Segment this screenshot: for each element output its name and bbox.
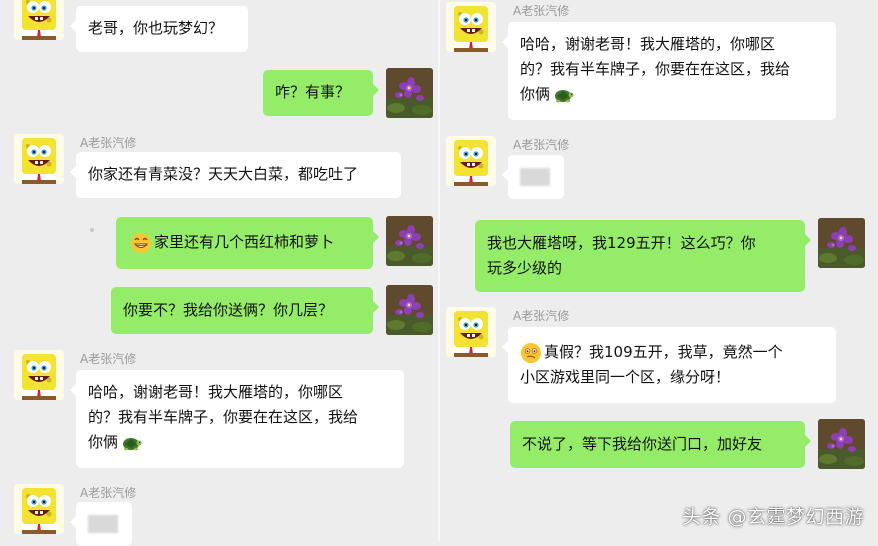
sender-name: A老张汽修 [513, 138, 570, 152]
message-line: 小区游戏里同一个区，缘分呀！ [520, 368, 731, 386]
purple-flower-avatar-icon[interactable] [386, 285, 433, 335]
incoming-message-bubble[interactable]: 你家还有青菜没？天天大白菜，都吃吐了 [70, 152, 401, 198]
incoming-message-bubble[interactable]: 真假？我109五开，我草，竟然一个 小区游戏里同一个区，缘分呀！ [502, 327, 836, 403]
spongebob-avatar-icon[interactable] [14, 350, 64, 400]
incoming-image-bubble[interactable] [502, 155, 564, 199]
message-line: 哈哈，谢谢老哥！我大雁塔的，你哪区 [520, 35, 776, 53]
spongebob-avatar-icon[interactable] [14, 484, 64, 534]
spongebob-avatar-icon[interactable] [446, 2, 496, 52]
purple-flower-avatar-icon[interactable] [386, 216, 433, 266]
message-text-content: 家里还有几个西红柿和萝卜 [154, 233, 335, 251]
message-text: 不说了，等下我给你送门口，加好友 [522, 435, 763, 453]
doubtful-emoji-icon [520, 342, 542, 364]
chat-column-left: 老哥，你也玩梦幻？ 咋？有事？ A老张汽修 你家还有青菜没？天天大白菜，都吃吐了… [0, 0, 439, 546]
message-line: 玩多少级的 [487, 259, 563, 277]
outgoing-message-bubble[interactable]: 不说了，等下我给你送门口，加好友 [510, 421, 811, 468]
message-text: 你家还有青菜没？天天大白菜，都吃吐了 [88, 165, 359, 183]
sender-name: A老张汽修 [513, 309, 570, 323]
spongebob-avatar-icon[interactable] [14, 0, 64, 40]
message-line: 的？我有半车牌子，你要在在这区，我给 [520, 60, 791, 78]
sender-name: A老张汽修 [80, 352, 137, 366]
spongebob-avatar-icon[interactable] [446, 136, 496, 186]
incoming-message-bubble[interactable]: 哈哈，谢谢老哥！我大雁塔的，你哪区 的？我有半车牌子，你要在在这区，我给 你俩 [70, 370, 404, 468]
outgoing-message-bubble[interactable]: 家里还有几个西红柿和萝卜 [116, 217, 379, 269]
message-text: 家里还有几个西红柿和萝卜 [130, 230, 361, 255]
sender-name: A老张汽修 [80, 486, 137, 500]
sender-name: A老张汽修 [513, 4, 570, 18]
message-line-with-emoji: 你俩 [520, 82, 824, 107]
incoming-image-bubble[interactable] [70, 502, 132, 546]
incoming-message-bubble[interactable]: 老哥，你也玩梦幻？ [70, 6, 248, 52]
message-line: 的？我有半车牌子，你要在在这区，我给 [88, 408, 359, 426]
grinning-emoji-icon [130, 232, 152, 254]
purple-flower-avatar-icon[interactable] [386, 68, 433, 118]
chat-column-right: A老张汽修 哈哈，谢谢老哥！我大雁塔的，你哪区 的？我有半车牌子，你要在在这区，… [439, 0, 878, 541]
message-line: 你俩 [88, 433, 119, 451]
blurred-content [88, 515, 118, 533]
watermark: 头条 @玄霆梦幻西游 [681, 506, 864, 528]
message-line-with-emoji: 真假？我109五开，我草，竟然一个 [520, 340, 824, 365]
outgoing-message-bubble[interactable]: 我也大雁塔呀，我129五开！这么巧？你 玩多少级的 [475, 220, 811, 292]
blurred-content [520, 168, 550, 186]
message-line: 我也大雁塔呀，我129五开！这么巧？你 [487, 234, 756, 252]
turtle-emoji-icon [120, 432, 142, 454]
message-line: 你俩 [520, 85, 551, 103]
message-text: 老哥，你也玩梦幻？ [88, 19, 224, 37]
message-line-with-emoji: 你俩 [88, 430, 392, 455]
turtle-emoji-icon [552, 84, 574, 106]
purple-flower-avatar-icon[interactable] [818, 419, 865, 469]
outgoing-message-bubble[interactable]: 咋？有事？ [263, 70, 379, 116]
message-line: 真假？我109五开，我草，竟然一个 [544, 343, 783, 361]
message-text: 你要不？我给你送俩？你几层？ [123, 301, 334, 319]
incoming-message-bubble[interactable]: 哈哈，谢谢老哥！我大雁塔的，你哪区 的？我有半车牌子，你要在在这区，我给 你俩 [502, 22, 836, 120]
spongebob-avatar-icon[interactable] [446, 307, 496, 357]
divider-dot [90, 228, 94, 232]
outgoing-message-bubble[interactable]: 你要不？我给你送俩？你几层？ [111, 287, 379, 334]
sender-name: A老张汽修 [80, 136, 137, 150]
message-text: 咋？有事？ [275, 83, 351, 101]
spongebob-avatar-icon[interactable] [14, 134, 64, 184]
purple-flower-avatar-icon[interactable] [818, 218, 865, 268]
message-line: 哈哈，谢谢老哥！我大雁塔的，你哪区 [88, 383, 344, 401]
